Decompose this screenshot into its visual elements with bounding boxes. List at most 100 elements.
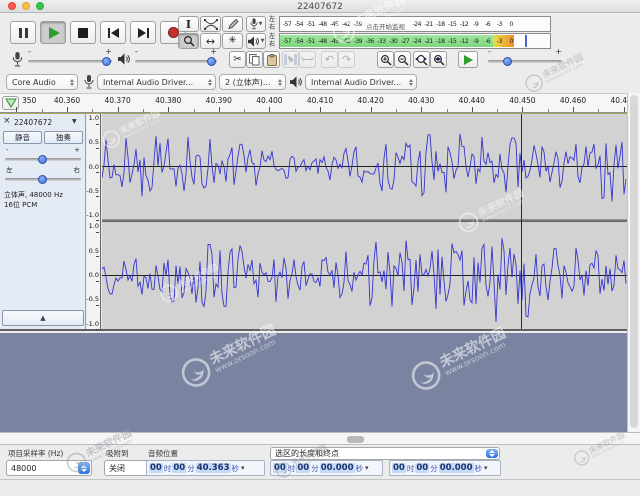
project-rate-select[interactable]: 48000 [6, 460, 92, 476]
fit-selection-button[interactable] [413, 51, 430, 68]
selection-tool-button[interactable]: I [178, 16, 199, 32]
play-at-speed-button[interactable] [458, 51, 478, 68]
audio-host-select[interactable]: Core Audio [6, 74, 78, 90]
meter-scale-label: -21 [424, 21, 432, 28]
meter-scale-label: -51 [306, 38, 314, 45]
meter-scale-label: -9 [473, 38, 478, 45]
slider-knob[interactable] [207, 57, 216, 66]
record-meter-left-label: 左 [269, 16, 275, 23]
mute-button[interactable]: 静音 [3, 131, 42, 144]
waveform-area[interactable] [102, 114, 627, 329]
time-digit[interactable]: 00 [172, 463, 186, 473]
zoom-in-button[interactable] [377, 51, 394, 68]
dropdown-arrows-icon [406, 79, 413, 86]
selection-format-select[interactable]: 选区的长度和终点 [270, 447, 500, 460]
undo-button[interactable]: ↶ [321, 51, 338, 68]
ruler-minor-tick [548, 109, 549, 112]
slider-knob[interactable] [503, 57, 512, 66]
play-button[interactable] [40, 21, 66, 44]
meter-scale-label: -39 [354, 21, 362, 28]
slider-min-label: - [488, 48, 491, 56]
vertical-scrollbar-thumb[interactable] [630, 95, 638, 428]
window-title: 22407672 [0, 2, 640, 12]
time-digit[interactable]: 00 [149, 463, 163, 473]
cut-button[interactable]: ✂ [229, 51, 246, 68]
amplitude-scale-label: 0.0 [87, 164, 99, 177]
multi-tool-button[interactable]: ✳ [222, 33, 243, 49]
recording-device-select[interactable]: Internal Audio Driver... [97, 74, 216, 90]
recording-device-icon [84, 75, 94, 89]
ruler-time-label: 40.400 [256, 96, 282, 105]
time-digit[interactable]: 00 [296, 463, 310, 473]
vertical-scrollbar[interactable] [627, 93, 640, 432]
pause-button[interactable] [10, 21, 36, 44]
dropdown-caret-icon[interactable]: ▾ [241, 464, 245, 472]
project-empty-area[interactable] [0, 333, 627, 432]
meter-scale-label: -42 [342, 21, 350, 28]
dropdown-caret-icon[interactable]: ▾ [484, 464, 488, 472]
pause-icon [19, 28, 22, 38]
timeline-ruler[interactable]: 35040.36040.37040.38040.39040.40040.4104… [0, 93, 627, 113]
selection-start-display[interactable]: 00时00分00.000秒▾ [270, 460, 383, 476]
time-digit[interactable]: 40.363 [196, 463, 231, 473]
time-digit[interactable]: 00 [392, 463, 406, 473]
draw-tool-button[interactable] [222, 16, 243, 32]
fit-project-button[interactable] [430, 51, 447, 68]
playback-device-select[interactable]: Internal Audio Driver... [305, 74, 417, 90]
play-meter-left-label: 左 [269, 33, 275, 40]
waveform-right-channel[interactable] [102, 222, 627, 329]
track-menu-button[interactable]: ▼ [72, 118, 77, 125]
audio-position-display[interactable]: 00时00分40.363秒▾ [146, 460, 265, 476]
paste-button[interactable] [263, 51, 280, 68]
recording-meter[interactable]: -57-54-51-48-45-42-39-36-24-21-18-15-12-… [279, 16, 551, 32]
stop-button[interactable] [70, 21, 96, 44]
recording-channels-select[interactable]: 2 (立体声)... [219, 74, 286, 90]
time-unit: 分 [187, 463, 195, 474]
horizontal-scrollbar-thumb[interactable] [347, 436, 364, 443]
title-bar: 22407672 [0, 0, 640, 13]
close-track-button[interactable]: × [3, 117, 11, 125]
playback-volume-slider[interactable]: - + [133, 48, 219, 70]
waveform-left-channel[interactable] [102, 114, 627, 219]
time-digit[interactable]: 00.000 [439, 463, 474, 473]
ruler-major-tick [320, 107, 321, 112]
envelope-tool-button[interactable] [200, 16, 221, 32]
slider-knob[interactable] [38, 175, 47, 184]
meter-monitor-text[interactable]: 点击开始监视 [364, 21, 407, 31]
meter-scale-label: -36 [365, 38, 373, 45]
slider-knob[interactable] [102, 57, 111, 66]
zoom-tool-button[interactable] [178, 33, 199, 49]
silence-audio-button[interactable] [299, 51, 316, 68]
record-meter-button[interactable]: ▼ [246, 16, 266, 32]
dropdown-caret-icon[interactable]: ▾ [365, 464, 369, 472]
time-digit[interactable]: 00 [415, 463, 429, 473]
status-bar: 正在播放。 实际采样率: 48000 [0, 479, 640, 496]
time-digit[interactable]: 00.000 [320, 463, 355, 473]
skip-to-end-button[interactable] [130, 21, 156, 44]
play-meter-button[interactable]: ▼ [246, 33, 266, 49]
amplitude-scale-label: -0.5 [86, 188, 99, 201]
skip-to-end-icon [137, 27, 150, 39]
selection-end-display[interactable]: 00时00分00.000秒▾ [389, 460, 501, 476]
playback-meter[interactable]: -57-54-51-48-45-42-39-36-33-30-27-24-21-… [279, 33, 551, 49]
collapse-track-button[interactable]: ▲ [2, 310, 84, 326]
recording-volume-slider[interactable]: - + [26, 48, 114, 70]
solo-button[interactable]: 独奏 [44, 131, 83, 144]
ruler-time-label: 40.450 [509, 96, 535, 105]
horizontal-scrollbar[interactable] [0, 432, 640, 445]
ruler-minor-tick [194, 109, 195, 112]
zoom-out-button[interactable] [394, 51, 411, 68]
pan-slider[interactable]: 左 右 [3, 167, 83, 187]
ruler-time-label: 40.430 [408, 96, 434, 105]
trim-audio-button[interactable] [282, 51, 299, 68]
copy-button[interactable] [246, 51, 263, 68]
gain-slider[interactable]: - + [3, 147, 83, 167]
skip-to-start-button[interactable] [100, 21, 126, 44]
meter-scale-label: 0 [510, 21, 513, 28]
slider-knob[interactable] [38, 155, 47, 164]
track-name[interactable]: 22407672 [14, 118, 52, 127]
time-digit[interactable]: 00 [273, 463, 287, 473]
ruler-minor-tick [92, 109, 93, 112]
playback-speed-slider[interactable]: - + [486, 48, 564, 70]
redo-button[interactable]: ↷ [338, 51, 355, 68]
